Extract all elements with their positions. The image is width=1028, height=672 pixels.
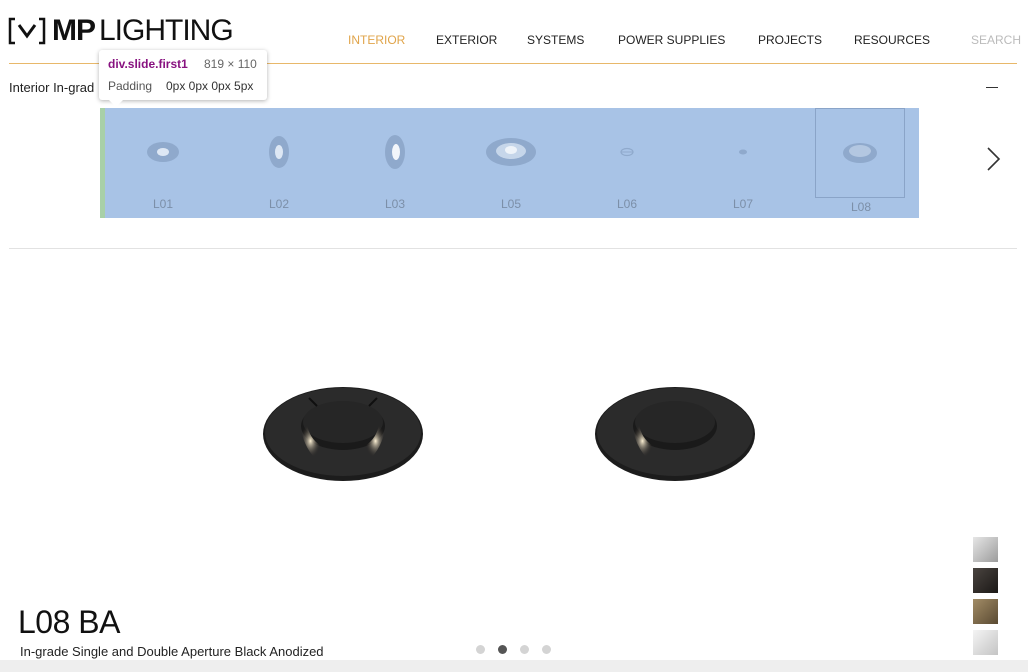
fixture-thumbnail-icon <box>486 138 536 166</box>
swatch-bronze[interactable] <box>973 599 998 624</box>
thumbnail-label: L08 <box>850 200 872 214</box>
carousel-dot[interactable] <box>542 645 551 654</box>
main-nav: INTERIOR EXTERIOR SYSTEMS POWER SUPPLIES… <box>0 33 1028 49</box>
fixture-thumbnail-icon <box>739 149 747 155</box>
thumbnail-label: L07 <box>732 197 754 211</box>
thumbnail-l02[interactable]: L02 <box>234 108 324 211</box>
devtools-inspect-tooltip: div.slide.first1 819 × 110 Padding 0px 0… <box>99 50 267 107</box>
fixture-thumbnail-icon <box>385 135 405 169</box>
carousel-dot[interactable] <box>520 645 529 654</box>
finish-swatches <box>973 537 998 661</box>
thumbnail-label: L05 <box>500 197 522 211</box>
nav-item-projects[interactable]: PROJECTS <box>758 33 822 47</box>
fixture-thumbnail-icon <box>620 147 634 157</box>
thumbnail-label: L01 <box>152 197 174 211</box>
thumbnail-l03[interactable]: L03 <box>350 108 440 211</box>
horizontal-scrollbar[interactable] <box>0 660 1028 672</box>
product-code: L08 <box>18 604 70 640</box>
chevron-right-icon[interactable] <box>984 146 1004 172</box>
product-title: L08 BA <box>18 604 120 641</box>
product-description: In-grade Single and Double Aperture Blac… <box>20 644 324 659</box>
nav-item-resources[interactable]: RESOURCES <box>854 33 930 47</box>
thumbnail-l06[interactable]: L06 <box>582 108 672 211</box>
thumbnail-l05[interactable]: L05 <box>466 108 556 211</box>
swatch-silver[interactable] <box>973 537 998 562</box>
fixture-thumbnail-icon <box>147 142 179 162</box>
product-image-single-aperture <box>595 386 755 482</box>
product-thumbnail-strip: L01 L02 L03 L05 L06 L07 L08 <box>100 108 919 218</box>
thumbnail-l01[interactable]: L01 <box>118 108 208 211</box>
thumbnail-label: L02 <box>268 197 290 211</box>
breadcrumb[interactable]: Interior In-grad <box>9 80 94 95</box>
nav-item-interior[interactable]: INTERIOR <box>348 33 405 47</box>
product-finish: BA <box>78 604 120 640</box>
collapse-icon[interactable] <box>986 87 998 88</box>
thumbnail-l07[interactable]: L07 <box>698 108 788 211</box>
padding-highlight <box>100 108 105 218</box>
tooltip-padding-label: Padding <box>108 79 153 93</box>
nav-item-systems[interactable]: SYSTEMS <box>527 33 584 47</box>
carousel-dots <box>476 645 564 654</box>
carousel-dot[interactable] <box>476 645 485 654</box>
search-input[interactable]: SEARCH <box>971 33 1021 47</box>
thumbnail-label: L06 <box>616 197 638 211</box>
nav-item-exterior[interactable]: EXTERIOR <box>436 33 497 47</box>
nav-item-power-supplies[interactable]: POWER SUPPLIES <box>618 33 725 47</box>
fixture-thumbnail-icon <box>269 136 289 168</box>
fixture-thumbnail-icon <box>843 143 877 163</box>
tooltip-size: 819 × 110 <box>204 57 257 71</box>
section-divider <box>9 248 1017 249</box>
thumbnail-l08[interactable]: L08 <box>815 108 905 214</box>
tooltip-padding-value: 0px 0px 0px 5px <box>166 79 254 93</box>
tooltip-selector: div.slide.first1 <box>108 57 188 71</box>
swatch-black[interactable] <box>973 568 998 593</box>
swatch-white[interactable] <box>973 630 998 655</box>
carousel-dot-active[interactable] <box>498 645 507 654</box>
thumbnail-label: L03 <box>384 197 406 211</box>
product-image-double-aperture <box>263 386 423 482</box>
